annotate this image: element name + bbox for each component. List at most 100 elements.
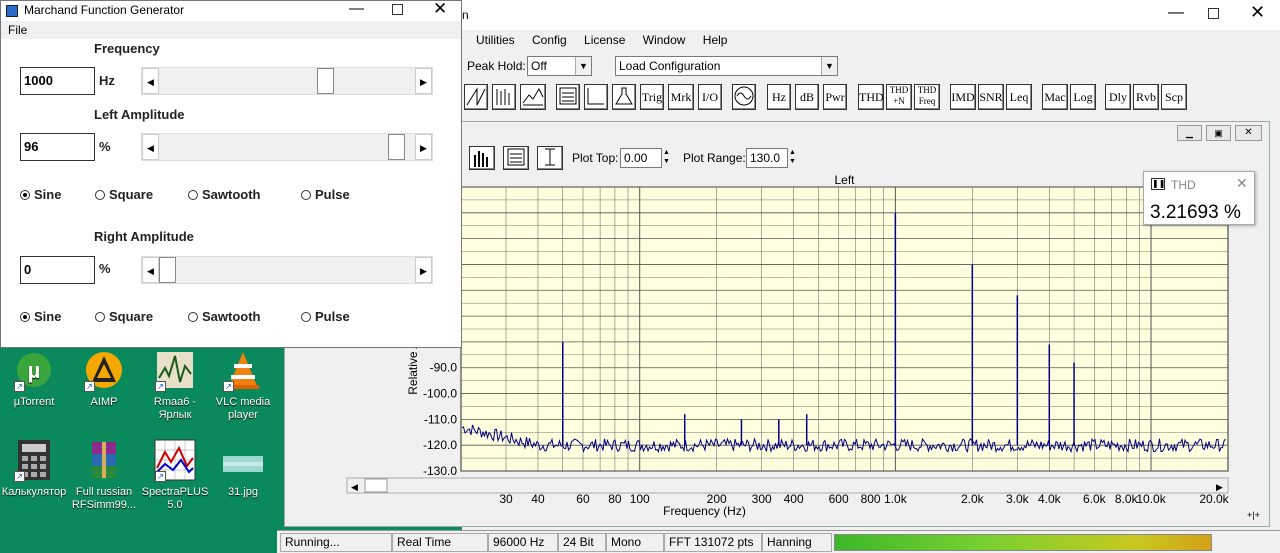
chevron-left-icon[interactable]: ◀ — [142, 134, 159, 160]
desktop-icon-rmaa[interactable]: ↗ Rmaa6 - Ярлык — [141, 348, 209, 422]
plot-window-controls: ▁ ▣ ✕ — [1177, 125, 1267, 141]
chevron-right-icon[interactable]: ▶ — [415, 68, 432, 94]
radio-icon — [20, 312, 30, 322]
dly-button[interactable]: Dly — [1105, 84, 1131, 110]
status-bit-depth: 24 Bit — [558, 533, 606, 552]
desktop-icon-calculator[interactable]: ↗ Калькулятор — [0, 438, 68, 499]
thd-n-button[interactable]: THD +N — [886, 84, 912, 110]
chevron-right-icon[interactable]: ▶ — [415, 134, 432, 160]
bar-graph-button[interactable] — [469, 146, 495, 170]
restore-icon[interactable]: ▣ — [1206, 125, 1231, 141]
maximize-icon[interactable] — [1208, 8, 1219, 19]
pwr-button[interactable]: Pwr — [823, 84, 847, 110]
right-amplitude-input[interactable]: 0 — [20, 256, 95, 284]
snr-button[interactable]: SNR — [978, 84, 1004, 110]
mrk-button[interactable]: Mrk — [668, 84, 694, 110]
menu-help[interactable]: Help — [703, 33, 728, 47]
3d-surface-button[interactable] — [520, 84, 546, 110]
left-radio-sawtooth[interactable]: Sawtooth — [188, 187, 261, 202]
left-radio-square[interactable]: Square — [95, 187, 153, 202]
desktop-icon-spectraplus[interactable]: ↗ SpectraPLUS 5.0 — [141, 438, 209, 512]
pause-icon[interactable]: ❚❚ — [1151, 178, 1165, 190]
desktop-icon-vlc[interactable]: ↗ VLC media player — [209, 348, 277, 422]
maximize-icon[interactable] — [392, 4, 403, 15]
menu-config[interactable]: Config — [532, 33, 567, 47]
db-button[interactable]: dB — [795, 84, 819, 110]
menu-window[interactable]: Window — [643, 33, 686, 47]
chevron-left-icon[interactable]: ◀ — [142, 68, 159, 94]
y-tick-label: -110.0 — [424, 412, 457, 426]
close-icon[interactable]: ✕ — [433, 0, 447, 19]
hz-button[interactable]: Hz — [767, 84, 791, 110]
slider-thumb[interactable] — [388, 134, 406, 160]
right-radio-sawtooth[interactable]: Sawtooth — [188, 309, 261, 324]
config-icon — [559, 87, 577, 105]
load-configuration-select[interactable]: Load Configuration ▼ — [615, 56, 838, 76]
zoom-plus-minus-icon[interactable]: +|+ — [1247, 510, 1260, 520]
left-amplitude-slider[interactable]: ◀ ▶ — [141, 133, 433, 161]
io-button[interactable]: I/O — [698, 84, 722, 110]
frequency-slider[interactable]: ◀ ▶ — [141, 67, 433, 95]
slider-thumb[interactable] — [316, 68, 334, 94]
scale-button[interactable] — [584, 84, 608, 110]
left-amplitude-input[interactable]: 96 — [20, 133, 95, 161]
desktop-icon-label: Rmaa6 - Ярлык — [153, 396, 197, 421]
x-tick-label: 4.0k — [1038, 492, 1062, 506]
chevron-left-icon[interactable]: ◀ — [142, 257, 159, 283]
plot-range-input[interactable]: 130.0 — [746, 148, 788, 168]
close-icon[interactable]: ✕ — [1236, 175, 1248, 192]
x-tick-label: 800 — [861, 492, 881, 506]
mac-button[interactable]: Mac — [1042, 84, 1068, 110]
desktop-icon-31jpg[interactable]: 31.jpg — [209, 438, 277, 499]
radio-icon — [95, 312, 105, 322]
signal-generator-button[interactable] — [732, 84, 756, 110]
y-axis-label: Relative A — [406, 341, 420, 395]
config-button[interactable] — [556, 84, 580, 110]
spinner-arrows-icon[interactable]: ▲ ▼ — [789, 148, 796, 166]
menu-bar: File — [1, 21, 461, 39]
y-tick-label: -90.0 — [430, 361, 458, 375]
menu-utilities[interactable]: Utilities — [476, 33, 515, 47]
autoscale-button[interactable] — [537, 146, 563, 170]
menu-file[interactable]: File — [8, 23, 27, 37]
imd-button[interactable]: IMD — [950, 84, 976, 110]
left-radio-sine[interactable]: Sine — [20, 187, 61, 202]
right-amplitude-slider[interactable]: ◀ ▶ — [141, 256, 433, 284]
settings-list-icon — [507, 148, 525, 166]
x-axis-label: Frequency (Hz) — [663, 504, 746, 518]
desktop-icon-aimp[interactable]: ↗ AIMP — [70, 348, 138, 409]
spinner-arrows-icon[interactable]: ▲ ▼ — [663, 148, 670, 166]
left-radio-pulse[interactable]: Pulse — [301, 187, 350, 202]
ramp-icon-button[interactable] — [464, 84, 488, 110]
scp-button[interactable]: Scp — [1161, 84, 1187, 110]
winrar-icon — [82, 438, 126, 482]
3d-surface-icon — [522, 87, 544, 106]
peak-hold-select[interactable]: Off ▼ — [527, 56, 592, 76]
desktop-icon-utorrent[interactable]: µ ↗ µTorrent — [0, 348, 68, 409]
thd-button[interactable]: THD — [858, 84, 884, 110]
trig-button[interactable]: Trig — [640, 84, 664, 110]
plot-settings-button[interactable] — [503, 146, 529, 170]
frequency-input[interactable]: 1000 — [20, 67, 95, 95]
chevron-right-icon[interactable]: ▶ — [415, 257, 432, 283]
log-button[interactable]: Log — [1070, 84, 1096, 110]
leq-button[interactable]: Leq — [1006, 84, 1032, 110]
right-radio-square[interactable]: Square — [95, 309, 153, 324]
generator-button[interactable] — [612, 84, 636, 110]
right-radio-pulse[interactable]: Pulse — [301, 309, 350, 324]
minimize-icon[interactable]: — — [1168, 4, 1184, 22]
minimize-icon[interactable]: — — [349, 0, 364, 17]
close-icon[interactable]: ✕ — [1235, 125, 1262, 141]
waterfall-button[interactable] — [492, 84, 516, 110]
menu-license[interactable]: License — [584, 33, 625, 47]
minimize-icon[interactable]: ▁ — [1177, 125, 1202, 141]
desktop-icon-winrar[interactable]: Full russian RFSimm99... — [70, 438, 138, 512]
rvb-button[interactable]: Rvb — [1133, 84, 1159, 110]
close-icon[interactable]: ✕ — [1250, 2, 1265, 23]
y-tick-label: -100.0 — [423, 387, 457, 401]
thd-freq-button[interactable]: THD Freq — [914, 84, 940, 110]
slider-thumb[interactable] — [159, 257, 176, 283]
plot-top-input[interactable]: 0.00 — [620, 148, 662, 168]
desktop-icon-label: Калькулятор — [1, 486, 67, 498]
right-radio-sine[interactable]: Sine — [20, 309, 61, 324]
